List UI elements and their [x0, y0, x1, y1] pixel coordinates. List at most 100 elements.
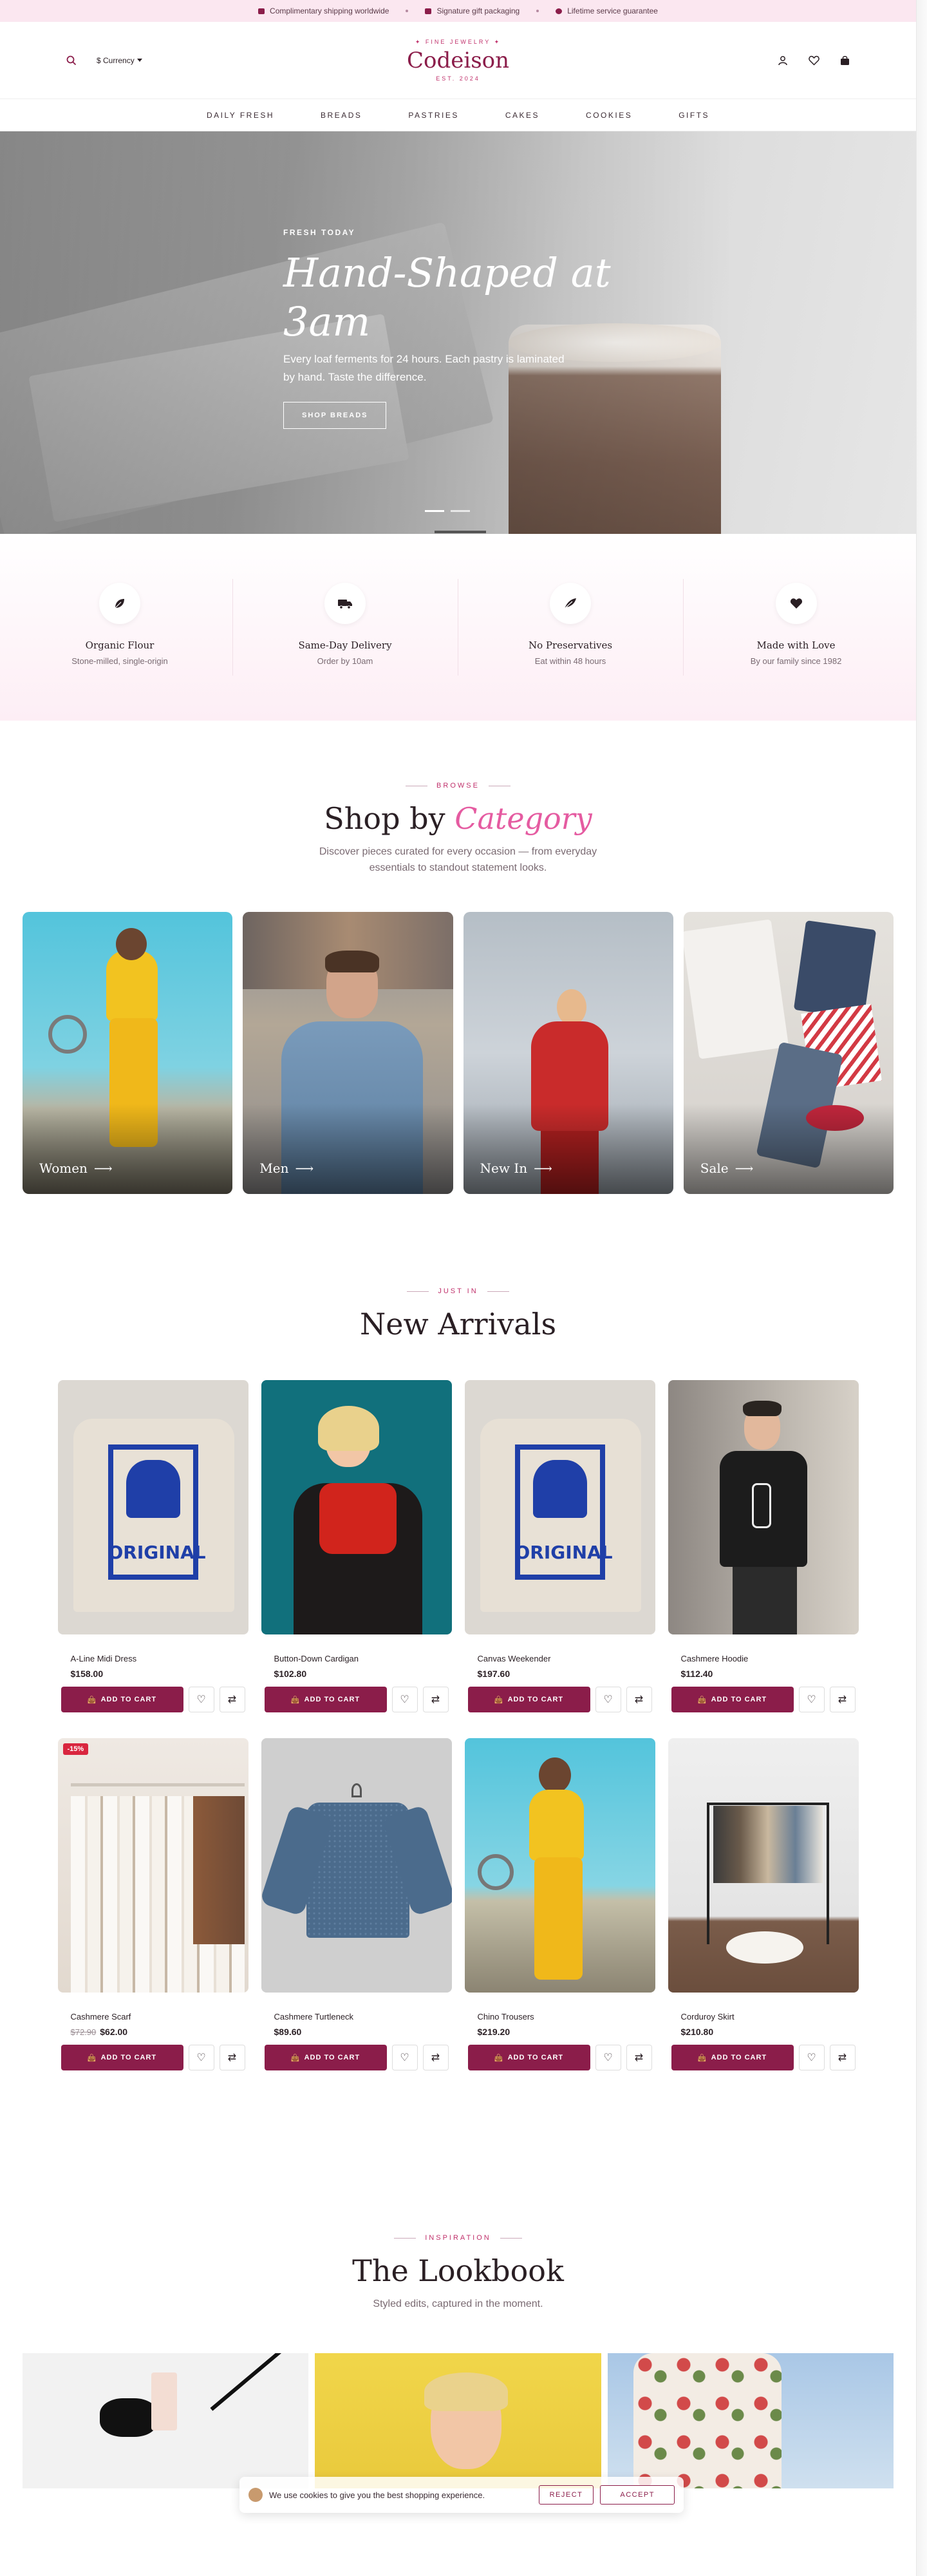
- product-card[interactable]: -15% Cashmere Scarf $72.90 $62.00 👜 ADD TO…: [57, 1738, 248, 2070]
- compare-button[interactable]: ⇄: [422, 1687, 449, 1712]
- wishlist-button[interactable]: ♡: [798, 1687, 825, 1712]
- announcement-item: Signature gift packaging: [425, 6, 520, 15]
- site-logo[interactable]: ✦ FINE JEWELRY ✦ Codeison EST. 2024: [407, 39, 509, 82]
- wishlist-button[interactable]: ♡: [595, 1687, 621, 1712]
- product-name[interactable]: Chino Trousers: [465, 2012, 655, 2022]
- product-image[interactable]: ORIGINAL: [57, 1380, 248, 1634]
- add-to-cart-button[interactable]: 👜 ADD TO CART: [264, 1687, 387, 1712]
- product-image[interactable]: [261, 1380, 452, 1634]
- nav-item-daily-fresh[interactable]: DAILY FRESH: [207, 111, 274, 120]
- feature-title: No Preservatives: [528, 639, 613, 651]
- product-name[interactable]: Button-Down Cardigan: [261, 1654, 452, 1663]
- wishlist-button[interactable]: ♡: [188, 2045, 214, 2070]
- product-image[interactable]: [464, 1738, 655, 1993]
- announcement-text: Complimentary shipping worldwide: [270, 6, 389, 15]
- product-card[interactable]: Cashmere Turtleneck $89.60 👜 ADD TO CART …: [261, 1738, 452, 2070]
- hero-dot[interactable]: [425, 510, 444, 512]
- account-icon[interactable]: [776, 53, 790, 68]
- logo-name: Codeison: [406, 48, 510, 73]
- product-image[interactable]: -15%: [57, 1738, 248, 1993]
- nav-item-pastries[interactable]: PASTRIES: [408, 111, 458, 120]
- compare-button[interactable]: ⇄: [219, 1687, 245, 1712]
- currency-selector[interactable]: $ Currency: [97, 56, 142, 65]
- add-to-cart-button[interactable]: 👜 ADD TO CART: [467, 1687, 590, 1712]
- category-label: Women ⟶: [39, 1160, 113, 1176]
- search-icon[interactable]: [64, 53, 79, 68]
- add-to-cart-button[interactable]: 👜 ADD TO CART: [671, 2045, 794, 2070]
- product-image[interactable]: [261, 1738, 452, 1993]
- product-card[interactable]: ORIGINAL A-Line Midi Dress $158.00 👜 ADD …: [57, 1380, 248, 1712]
- wishlist-button[interactable]: ♡: [391, 1687, 418, 1712]
- product-image[interactable]: ORIGINAL: [464, 1380, 655, 1634]
- category-label-text: New In: [480, 1160, 528, 1176]
- product-image: [317, 1406, 379, 1451]
- nav-item-cakes[interactable]: CAKES: [505, 111, 539, 120]
- wishlist-button[interactable]: ♡: [188, 1687, 214, 1712]
- separator-dot: [406, 10, 409, 12]
- lookbook-image[interactable]: [315, 2353, 601, 2488]
- product-card[interactable]: ORIGINAL Canvas Weekender $197.60 👜 ADD T…: [464, 1380, 655, 1712]
- compare-button[interactable]: ⇄: [829, 1687, 856, 1712]
- compare-icon: ⇄: [227, 1694, 237, 1705]
- nav-item-gifts[interactable]: GIFTS: [679, 111, 709, 120]
- lookbook-image: [151, 2372, 177, 2430]
- product-image: [192, 1796, 245, 1944]
- compare-button[interactable]: ⇄: [219, 2045, 245, 2070]
- nav-item-cookies[interactable]: COOKIES: [586, 111, 632, 120]
- product-image[interactable]: [668, 1380, 859, 1634]
- truck-icon: [258, 8, 265, 14]
- compare-button[interactable]: ⇄: [626, 2045, 652, 2070]
- section-header: BROWSE Shop by Category Discover pieces …: [0, 782, 916, 876]
- product-name[interactable]: Canvas Weekender: [465, 1654, 655, 1663]
- product-name[interactable]: Cashmere Hoodie: [668, 1654, 859, 1663]
- price: $89.60: [274, 2027, 302, 2037]
- product-image: [713, 1806, 823, 1883]
- category-card-new-in[interactable]: New In ⟶: [463, 912, 673, 1194]
- heart-icon: [775, 583, 817, 624]
- price: $112.40: [680, 1669, 713, 1679]
- accept-cookies-button[interactable]: ACCEPT: [600, 2485, 675, 2505]
- feature-desc: Order by 10am: [317, 656, 373, 666]
- wishlist-button[interactable]: ♡: [595, 2045, 621, 2070]
- compare-button[interactable]: ⇄: [422, 2045, 449, 2070]
- product-card[interactable]: Corduroy Skirt $210.80 👜 ADD TO CART ♡ ⇄: [668, 1738, 859, 2070]
- feature-title: Organic Flour: [85, 639, 154, 651]
- add-to-cart-button[interactable]: 👜 ADD TO CART: [671, 1687, 794, 1712]
- hero-dot[interactable]: [451, 510, 470, 512]
- shop-breads-button[interactable]: SHOP BREADS: [283, 402, 387, 429]
- page-scrollbar[interactable]: [916, 0, 927, 2576]
- add-to-cart-button[interactable]: 👜 ADD TO CART: [467, 2045, 590, 2070]
- lookbook-image[interactable]: [23, 2353, 309, 2488]
- product-name[interactable]: Cashmere Turtleneck: [261, 2012, 452, 2022]
- compare-button[interactable]: ⇄: [626, 1687, 652, 1712]
- category-card-women[interactable]: Women ⟶: [23, 912, 233, 1194]
- old-price: $72.90: [70, 2027, 97, 2037]
- product-name[interactable]: Cashmere Scarf: [58, 2012, 248, 2022]
- product-name[interactable]: A-Line Midi Dress: [58, 1654, 248, 1663]
- category-card-men[interactable]: Men ⟶: [243, 912, 453, 1194]
- product-card[interactable]: Cashmere Hoodie $112.40 👜 ADD TO CART ♡ ⇄: [668, 1380, 859, 1712]
- wishlist-heart-icon[interactable]: [807, 53, 821, 68]
- product-card[interactable]: Button-Down Cardigan $102.80 👜 ADD TO CAR…: [261, 1380, 452, 1712]
- product-card[interactable]: Chino Trousers $219.20 👜 ADD TO CART ♡ ⇄: [464, 1738, 655, 2070]
- nav-item-breads[interactable]: BREADS: [321, 111, 362, 120]
- compare-button[interactable]: ⇄: [829, 2045, 856, 2070]
- feature-item: Made with Love By our family since 1982: [684, 579, 909, 676]
- shield-icon: [556, 8, 563, 14]
- reject-cookies-button[interactable]: REJECT: [538, 2485, 594, 2505]
- product-name[interactable]: Corduroy Skirt: [668, 2012, 859, 2022]
- wishlist-button[interactable]: ♡: [391, 2045, 418, 2070]
- add-to-cart-button[interactable]: 👜 ADD TO CART: [61, 1687, 183, 1712]
- category-label-text: Women: [39, 1160, 88, 1176]
- add-to-cart-button[interactable]: 👜 ADD TO CART: [264, 2045, 387, 2070]
- compare-icon: ⇄: [838, 2052, 847, 2063]
- product-image[interactable]: [668, 1738, 859, 1993]
- feature-desc: Stone-milled, single-origin: [71, 656, 168, 666]
- cart-bag-icon[interactable]: [838, 53, 852, 68]
- wishlist-button[interactable]: ♡: [798, 2045, 825, 2070]
- add-to-cart-button[interactable]: 👜 ADD TO CART: [61, 2045, 183, 2070]
- lookbook-image[interactable]: [607, 2353, 894, 2488]
- category-card-sale[interactable]: Sale ⟶: [683, 912, 894, 1194]
- section-title: Shop by Category: [0, 801, 916, 836]
- bag-icon: 👜: [697, 2054, 707, 2062]
